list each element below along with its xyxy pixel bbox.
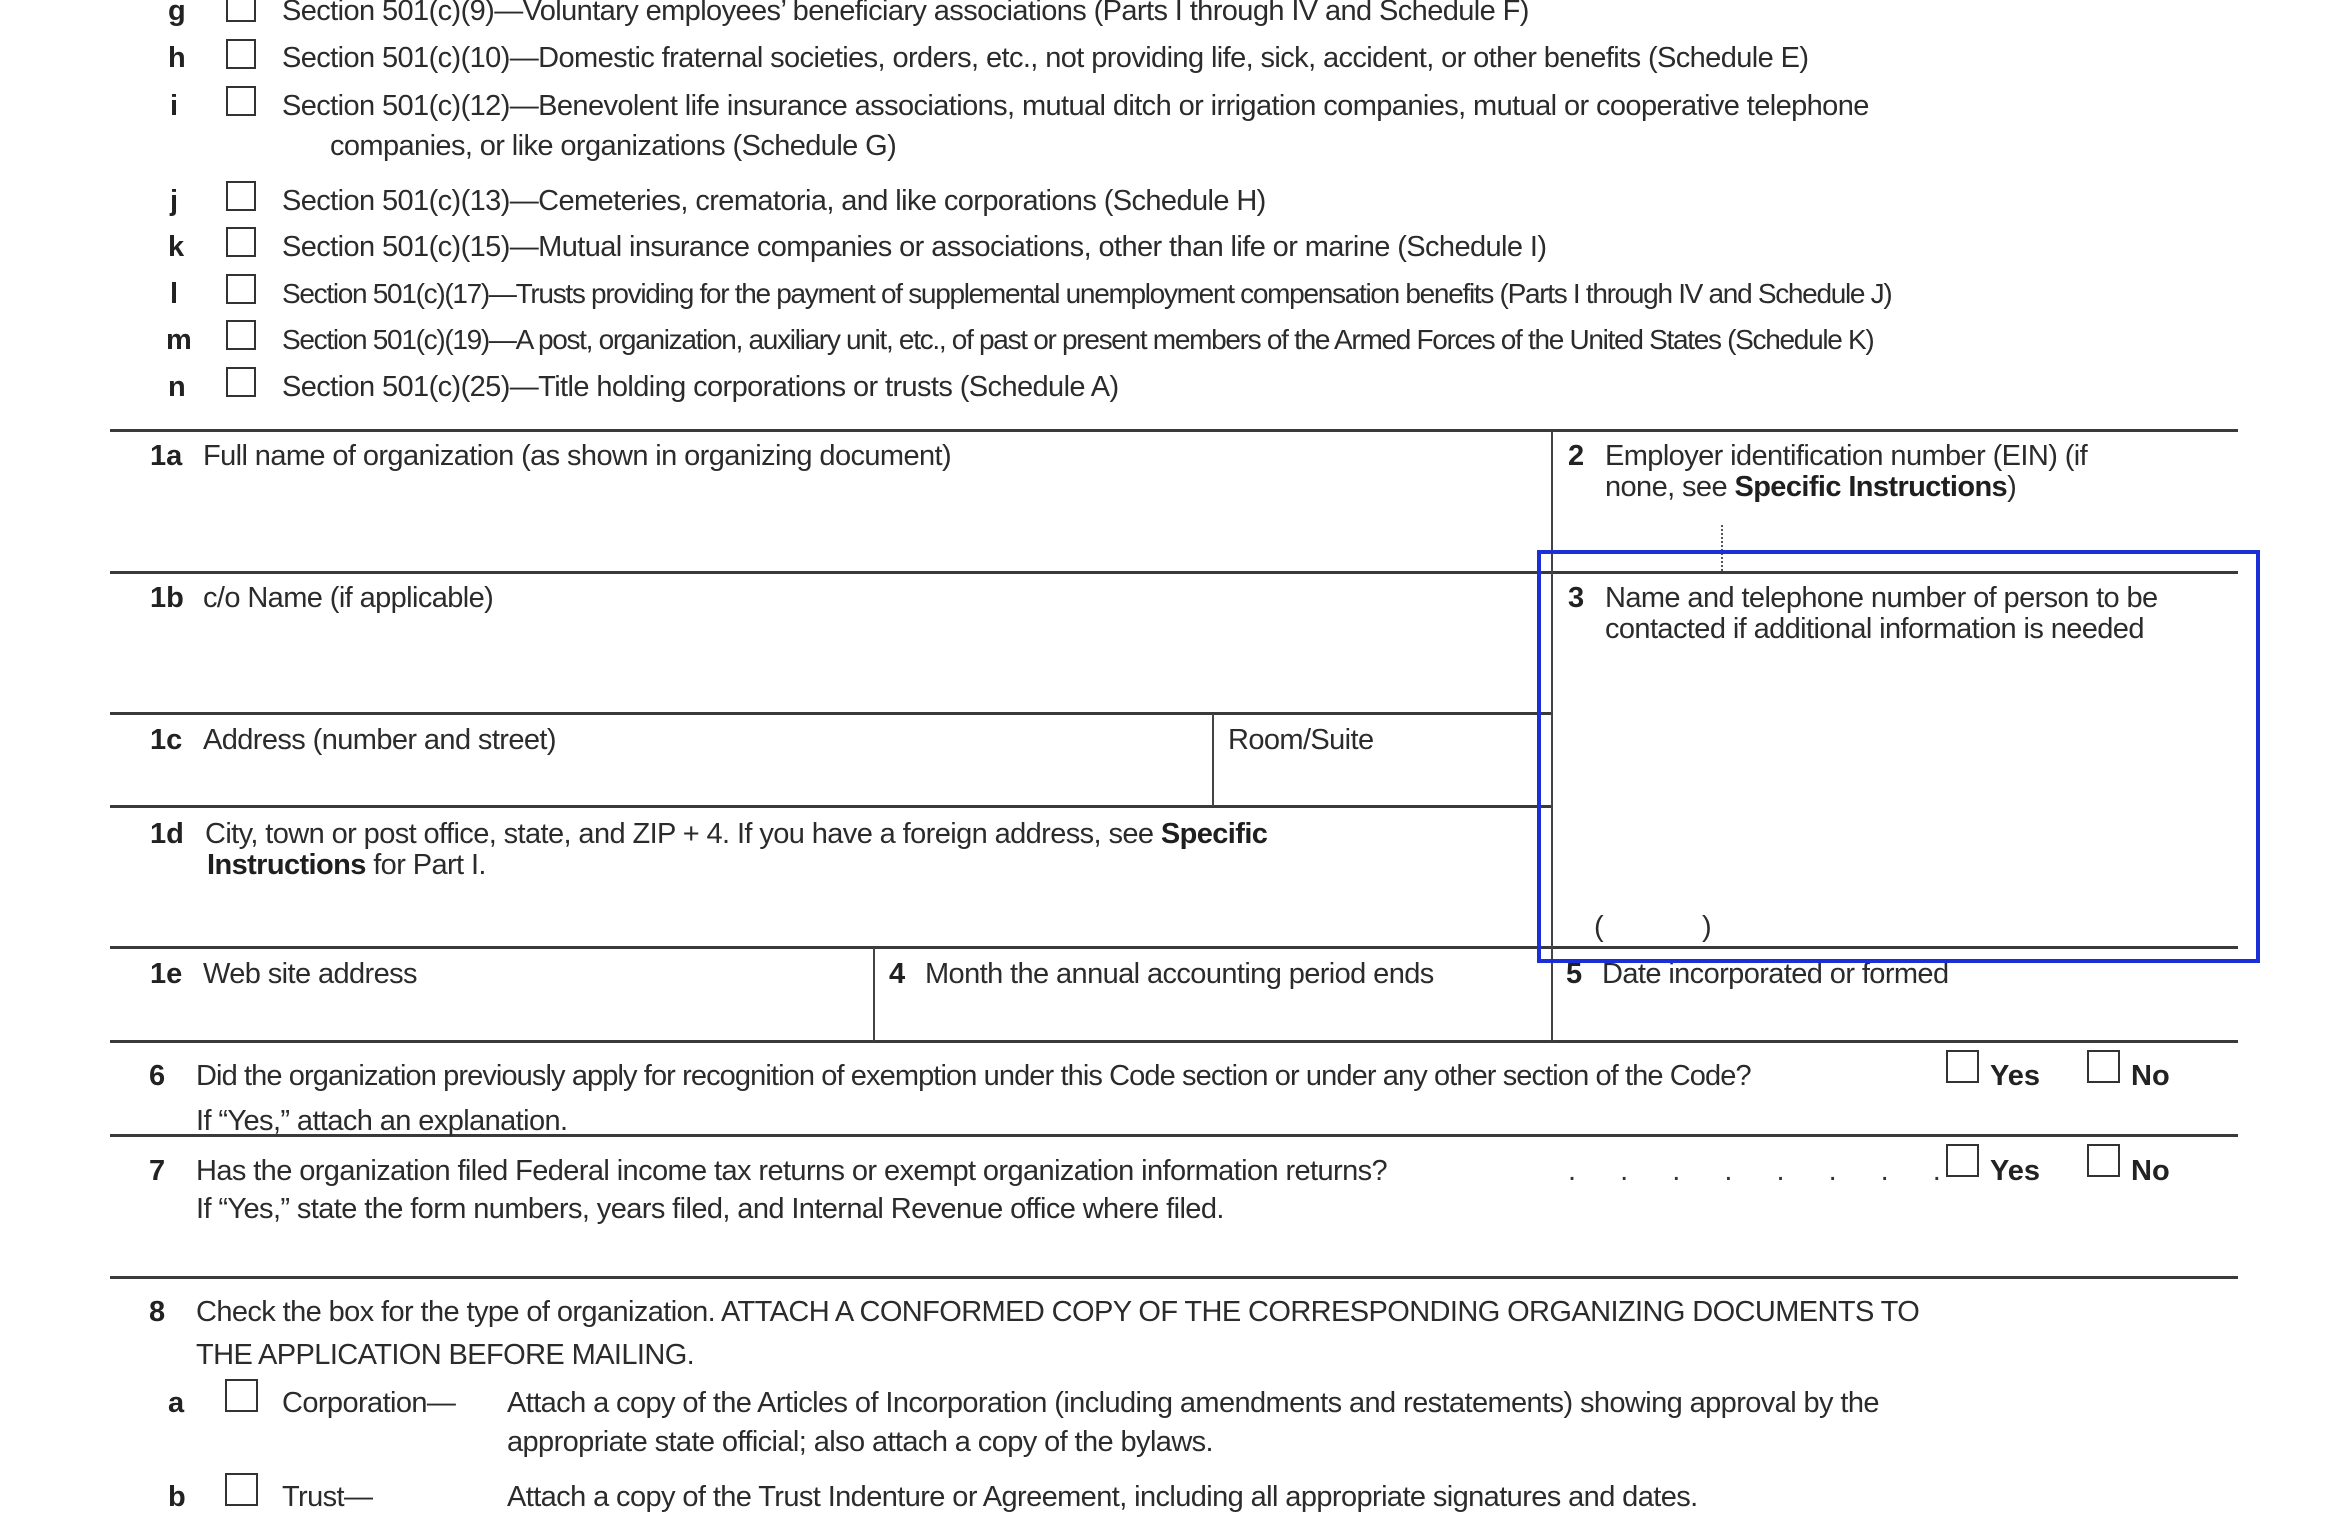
q6-no-checkbox[interactable] [2087, 1050, 2120, 1083]
divider [110, 805, 1552, 808]
section-501c17-label: Section 501(c)(17)—Trusts providing for … [282, 278, 1893, 309]
highlight-box [1537, 550, 2260, 963]
field-label-line2: none, see Specific Instructions) [1605, 471, 2017, 503]
item-letter: j [170, 185, 179, 217]
checkbox-501c19[interactable] [226, 320, 256, 350]
option-description: Attach a copy of the Trust Indenture or … [507, 1481, 1698, 1513]
q6-yes-checkbox[interactable] [1946, 1050, 1979, 1083]
field-number: 1e [150, 958, 183, 990]
checkbox-501c12[interactable] [226, 86, 256, 116]
option-label: Trust— [282, 1481, 373, 1513]
field-label-line2: Instructions for Part I. [207, 851, 486, 880]
section-501c10-label: Section 501(c)(10)—Domestic fraternal so… [282, 42, 1809, 74]
field-label: c/o Name (if applicable) [203, 582, 494, 614]
option-letter: a [168, 1387, 185, 1419]
option-description-line2: appropriate state official; also attach … [507, 1426, 1214, 1458]
divider [110, 429, 2238, 432]
question-text: Did the organization previously apply fo… [196, 1060, 1752, 1092]
divider [110, 712, 1552, 715]
question-text-line2: THE APPLICATION BEFORE MAILING. [196, 1339, 695, 1371]
field-number: 2 [1568, 440, 1585, 472]
q7-yes-checkbox[interactable] [1946, 1144, 1979, 1177]
section-501c12-label-cont: companies, or like organizations (Schedu… [330, 130, 897, 162]
instructions-ref: Instructions [207, 849, 366, 881]
room-suite-label: Room/Suite [1228, 724, 1374, 756]
label-text: none, see [1605, 471, 1735, 503]
item-letter: g [168, 0, 186, 27]
dot-leader: . . . . . . . . [1568, 1155, 1959, 1187]
question-text: Check the box for the type of organizati… [196, 1296, 1920, 1328]
question-text: Has the organization filed Federal incom… [196, 1155, 1388, 1187]
label-text: ) [2007, 471, 2017, 503]
field-label: City, town or post office, state, and ZI… [205, 818, 1268, 850]
checkbox-501c10[interactable] [226, 39, 256, 69]
question-subtext: If “Yes,” state the form numbers, years … [196, 1193, 1224, 1225]
column-divider [1212, 714, 1214, 806]
option-letter: b [168, 1481, 186, 1513]
item-letter: m [166, 324, 192, 356]
field-number: 1c [150, 724, 183, 756]
checkbox-501c25[interactable] [226, 367, 256, 397]
q7-yes-label: Yes [1990, 1155, 2040, 1187]
specific-ref: Specific [1160, 818, 1268, 850]
q7-no-checkbox[interactable] [2087, 1144, 2120, 1177]
corporation-checkbox[interactable] [225, 1379, 258, 1412]
field-label: Date incorporated or formed [1602, 958, 1949, 990]
checkbox-501c13[interactable] [226, 181, 256, 211]
field-number: 4 [889, 958, 906, 990]
q7-no-label: No [2131, 1155, 2170, 1187]
specific-instructions-ref: Specific Instructions [1734, 471, 2008, 503]
field-label: Web site address [203, 958, 418, 990]
field-label: Address (number and street) [203, 724, 557, 756]
option-label: Corporation— [282, 1387, 456, 1419]
q6-no-label: No [2131, 1060, 2170, 1092]
field-number: 5 [1566, 958, 1583, 990]
item-letter: h [168, 42, 186, 74]
column-divider [873, 948, 875, 1041]
section-501c25-label: Section 501(c)(25)—Title holding corpora… [282, 371, 1119, 403]
item-letter: l [170, 278, 179, 310]
divider [110, 1276, 2238, 1279]
section-501c15-label: Section 501(c)(15)—Mutual insurance comp… [282, 231, 1547, 263]
trust-checkbox[interactable] [225, 1473, 258, 1506]
field-number: 1b [150, 582, 184, 614]
question-number: 8 [149, 1296, 166, 1328]
question-subtext: If “Yes,” attach an explanation. [196, 1105, 568, 1137]
field-label: Month the annual accounting period ends [925, 958, 1434, 990]
option-description: Attach a copy of the Articles of Incorpo… [507, 1387, 1880, 1419]
section-501c19-label: Section 501(c)(19)—A post, organization,… [282, 324, 1875, 355]
section-501c13-label: Section 501(c)(13)—Cemeteries, crematori… [282, 185, 1266, 217]
divider [110, 1040, 2238, 1043]
field-label: Employer identification number (EIN) (if [1605, 440, 2088, 472]
question-number: 7 [149, 1155, 166, 1187]
item-letter: n [168, 371, 186, 403]
item-letter: k [168, 231, 185, 263]
checkbox-501c9[interactable] [226, 0, 256, 22]
field-number: 1d [150, 818, 184, 850]
checkbox-501c15[interactable] [226, 227, 256, 257]
field-number: 1a [150, 440, 183, 472]
checkbox-501c17[interactable] [226, 274, 256, 304]
item-letter: i [170, 90, 179, 122]
q6-yes-label: Yes [1990, 1060, 2040, 1092]
section-501c12-label: Section 501(c)(12)—Benevolent life insur… [282, 90, 1869, 122]
section-501c9-label: Section 501(c)(9)—Voluntary employees’ b… [282, 0, 1529, 27]
field-label: Full name of organization (as shown in o… [203, 440, 952, 472]
label-text: City, town or post office, state, and ZI… [205, 818, 1161, 850]
label-text: for Part I. [365, 849, 486, 881]
question-number: 6 [149, 1060, 166, 1092]
